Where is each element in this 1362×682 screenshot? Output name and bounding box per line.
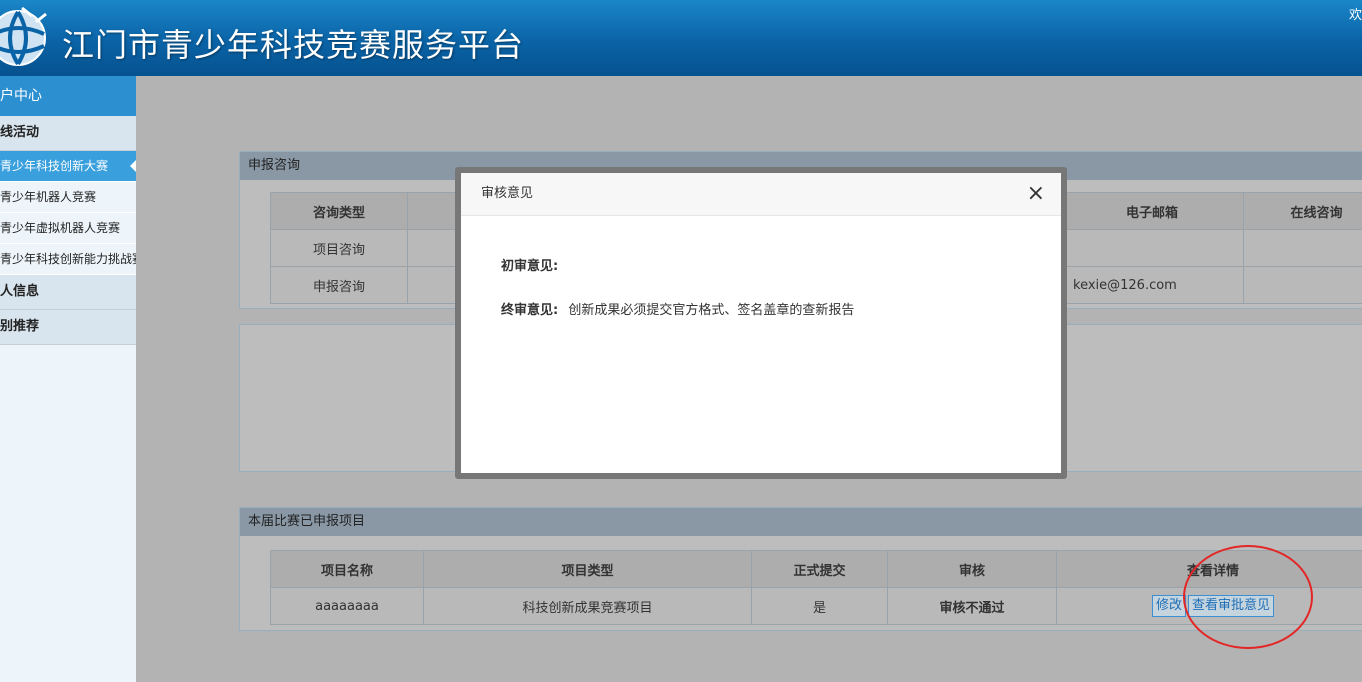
- final-review-label: 终审意见:: [501, 303, 558, 318]
- submitted-cell: 是: [752, 588, 888, 625]
- column-header: 项目类型: [424, 551, 752, 588]
- sidebar-body: [0, 345, 136, 682]
- sidebar-item-innovation-contest[interactable]: 青少年科技创新大赛: [0, 151, 136, 182]
- sidebar-group-personal-info[interactable]: 人信息: [0, 275, 136, 310]
- column-header: 电子邮箱: [1061, 193, 1244, 230]
- column-header: 咨询类型: [271, 193, 408, 230]
- annotation-circle: [1183, 545, 1313, 649]
- site-title: 江门市青少年科技竞赛服务平台: [62, 20, 524, 66]
- sidebar-header: 户中心: [0, 76, 136, 116]
- globe-logo-icon: [0, 4, 52, 70]
- column-header: 正式提交: [752, 551, 888, 588]
- column-header: 项目名称: [271, 551, 424, 588]
- edit-button[interactable]: 修改: [1152, 595, 1186, 617]
- first-review-opinion: 初审意见:: [501, 255, 558, 274]
- dialog-title: 审核意见: [481, 186, 533, 201]
- project-name-cell: aaaaaaaa: [271, 588, 424, 625]
- column-header: 在线咨询: [1244, 193, 1362, 230]
- table-cell: [1244, 267, 1362, 304]
- sidebar-item-innovation-challenge[interactable]: 青少年科技创新能力挑战赛: [0, 244, 136, 275]
- review-status-cell: 审核不通过: [888, 588, 1057, 625]
- final-review-opinion: 终审意见: 创新成果必须提交官方格式、签名盖章的查新报告: [501, 299, 854, 318]
- review-opinion-dialog: 审核意见 × 初审意见: 终审意见: 创新成果必须提交官方格式、签名盖章的查新报…: [461, 173, 1061, 473]
- welcome-text: 欢: [1349, 4, 1362, 23]
- table-cell: [1244, 230, 1362, 267]
- sidebar-group-online-activity[interactable]: 线活动: [0, 116, 136, 151]
- sidebar-group-recommend[interactable]: 别推荐: [0, 310, 136, 345]
- projects-panel-title: 本届比赛已申报项目: [240, 508, 1362, 536]
- column-header: 审核: [888, 551, 1057, 588]
- table-cell: 项目咨询: [271, 230, 408, 267]
- modal-overlay-frame: 审核意见 × 初审意见: 终审意见: 创新成果必须提交官方格式、签名盖章的查新报…: [455, 167, 1067, 479]
- sidebar-item-robot-contest[interactable]: 青少年机器人竞赛: [0, 182, 136, 213]
- sidebar: 户中心 线活动 青少年科技创新大赛 青少年机器人竞赛 青少年虚拟机器人竞赛 青少…: [0, 76, 136, 678]
- table-cell: [1061, 230, 1244, 267]
- first-review-label: 初审意见:: [501, 259, 558, 274]
- table-cell: 申报咨询: [271, 267, 408, 304]
- final-review-value: 创新成果必须提交官方格式、签名盖章的查新报告: [568, 303, 854, 318]
- dialog-header: 审核意见 ×: [461, 173, 1061, 216]
- header-bar: 江门市青少年科技竞赛服务平台 欢: [0, 0, 1362, 76]
- sidebar-item-virtual-robot-contest[interactable]: 青少年虚拟机器人竞赛: [0, 213, 136, 244]
- table-cell: kexie@126.com: [1061, 267, 1244, 304]
- project-type-cell: 科技创新成果竞赛项目: [424, 588, 752, 625]
- close-icon[interactable]: ×: [1027, 173, 1045, 215]
